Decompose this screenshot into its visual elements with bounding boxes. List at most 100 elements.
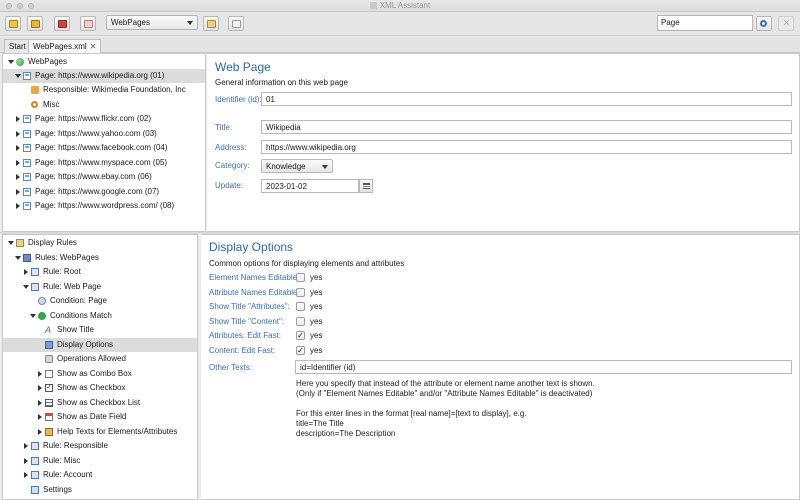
category-value: Knowledge (266, 162, 306, 171)
rules-folder-icon (16, 239, 24, 247)
tree-item-conditions-match[interactable]: Conditions Match (3, 309, 197, 323)
tree-item-misc[interactable]: Misc (3, 98, 205, 112)
tree-item-show-date[interactable]: Show as Date Field (3, 410, 197, 424)
tree-item-page[interactable]: Page: https://www.google.com (07) (3, 185, 205, 199)
search-button[interactable] (756, 16, 772, 31)
tab-webpages-xml[interactable]: WebPages.xml ✕ (28, 39, 102, 53)
window-title-text: XML Assistant (379, 1, 431, 10)
other-texts-field[interactable]: id=Identifier (id) (295, 360, 792, 374)
tree-item-rules-webpages[interactable]: Rules: WebPages (3, 251, 197, 265)
title-field[interactable]: Wikipedia (261, 120, 792, 134)
calendar-button[interactable] (359, 179, 373, 193)
expand-arrow-icon[interactable] (15, 256, 21, 260)
attribute-names-editable-checkbox[interactable] (296, 288, 305, 297)
tree-item-help-texts[interactable]: Help Texts for Elements/Attributes (3, 425, 197, 439)
tree-item-settings[interactable]: Settings (3, 483, 197, 497)
chevron-down-icon (187, 21, 193, 25)
open-folder-icon (9, 20, 18, 28)
tree-item-page[interactable]: Page: https://www.wordpress.com/ (08) (3, 199, 205, 213)
expand-arrow-icon[interactable] (15, 74, 21, 78)
collapse-arrow-icon[interactable] (38, 400, 42, 406)
tree-item-display-rules[interactable]: Display Rules (3, 236, 197, 250)
document-tree[interactable]: WebPages Page: https://www.wikipedia.org… (2, 53, 206, 232)
tree-item-operations-allowed[interactable]: Operations Allowed (3, 352, 197, 366)
collapse-arrow-icon[interactable] (16, 160, 20, 166)
tree-item-show-checkbox[interactable]: ✓ Show as Checkbox (3, 381, 197, 395)
identifier-value: 01 (266, 95, 275, 104)
collapse-arrow-icon[interactable] (24, 458, 28, 464)
expand-arrow-icon[interactable] (30, 314, 36, 318)
address-field[interactable]: https://www.wikipedia.org (261, 140, 792, 154)
tree-item-label: WebPages (28, 57, 67, 66)
identifier-field[interactable]: 01 (261, 92, 792, 106)
open-folder-button[interactable] (5, 16, 21, 31)
save-button[interactable] (54, 16, 70, 31)
tree-item-label: Show as Combo Box (57, 369, 132, 378)
tree-item-rule-responsible[interactable]: Rule: Responsible (3, 439, 197, 453)
show-title-content-checkbox[interactable] (296, 317, 305, 326)
tree-item-responsible[interactable]: Responsible: Wikimedia Foundation, Inc (3, 83, 205, 97)
collapse-arrow-icon[interactable] (24, 269, 28, 275)
tree-item-condition-page[interactable]: Condition: Page (3, 294, 197, 308)
collapse-arrow-icon[interactable] (38, 414, 42, 420)
show-title-attributes-checkbox[interactable] (296, 302, 305, 311)
update-date-field[interactable]: 2023-01-02 (261, 179, 359, 193)
tree-item-rule-root[interactable]: Rule: Root (3, 265, 197, 279)
collapse-arrow-icon[interactable] (16, 189, 20, 195)
tree-item-show-title[interactable]: A Show Title (3, 323, 197, 337)
expand-arrow-icon[interactable] (8, 241, 14, 245)
element-names-editable-checkbox[interactable] (296, 273, 305, 282)
tree-item-page[interactable]: Page: https://www.ebay.com (06) (3, 170, 205, 184)
open-folders-button[interactable] (27, 16, 43, 31)
edit-collection-icon (207, 20, 216, 28)
tree-item-show-checkbox-list[interactable]: Show as Checkbox List (3, 396, 197, 410)
category-select[interactable]: Knowledge (261, 159, 333, 173)
title-icon: A (45, 325, 52, 335)
page-icon (23, 173, 31, 181)
content-edit-fast-checkbox[interactable]: ✓ (296, 346, 305, 355)
tree-item-show-combo[interactable]: Show as Combo Box (3, 367, 197, 381)
help-text-line: For this enter lines in the format [real… (296, 409, 527, 418)
expand-arrow-icon[interactable] (23, 285, 29, 289)
tree-item-page[interactable]: Page: https://www.myspace.com (05) (3, 156, 205, 170)
tab-start[interactable]: Start (4, 39, 31, 53)
folders-icon (31, 20, 40, 28)
collapse-arrow-icon[interactable] (38, 429, 42, 435)
collapse-arrow-icon[interactable] (38, 385, 42, 391)
tree-item-page-selected[interactable]: Page: https://www.wikipedia.org (01) (3, 69, 205, 83)
collapse-arrow-icon[interactable] (16, 203, 20, 209)
tree-item-label: Page: https://www.flickr.com (02) (35, 114, 152, 123)
tree-item-rule-webpage[interactable]: Rule: Web Page (3, 280, 197, 294)
clear-search-button[interactable]: ✕ (778, 16, 794, 31)
collapse-arrow-icon[interactable] (24, 472, 28, 478)
collapse-arrow-icon[interactable] (16, 174, 20, 180)
tree-item-page[interactable]: Page: https://www.facebook.com (04) (3, 141, 205, 155)
close-document-button[interactable] (80, 16, 96, 31)
edit-collection-button[interactable] (203, 16, 219, 31)
close-icon: ✕ (782, 18, 791, 28)
close-tab-icon[interactable]: ✕ (90, 42, 97, 51)
display-options-subheading: Common options for displaying elements a… (209, 259, 405, 268)
tree-item-display-options-selected[interactable]: Display Options (3, 338, 197, 352)
expand-arrow-icon[interactable] (8, 60, 14, 64)
tree-item-page[interactable]: Page: https://www.flickr.com (02) (3, 112, 205, 126)
calendar-icon (363, 183, 370, 189)
tree-item-label: Page: https://www.wikipedia.org (01) (35, 71, 165, 80)
display-rules-tree[interactable]: Display Rules Rules: WebPages Rule: Root… (2, 234, 198, 500)
collection-select[interactable]: WebPages (106, 15, 198, 30)
tree-item-webpages[interactable]: WebPages (3, 55, 205, 69)
tree-item-rule-account[interactable]: Rule: Account (3, 468, 197, 482)
tree-item-page[interactable]: Page: https://www.yahoo.com (03) (3, 127, 205, 141)
collapse-arrow-icon[interactable] (24, 443, 28, 449)
tree-item-label: Operations Allowed (57, 354, 126, 363)
tree-item-label: Conditions Match (50, 311, 112, 320)
tree-item-rule-misc[interactable]: Rule: Misc (3, 454, 197, 468)
tree-item-label: Page: https://www.google.com (07) (35, 187, 160, 196)
collapse-arrow-icon[interactable] (38, 371, 42, 377)
collapse-arrow-icon[interactable] (16, 131, 20, 137)
collapse-arrow-icon[interactable] (16, 116, 20, 122)
attributes-edit-fast-checkbox[interactable]: ✓ (296, 331, 305, 340)
collapse-arrow-icon[interactable] (16, 145, 20, 151)
new-document-button[interactable] (228, 16, 244, 31)
search-input[interactable]: Page (657, 15, 753, 31)
